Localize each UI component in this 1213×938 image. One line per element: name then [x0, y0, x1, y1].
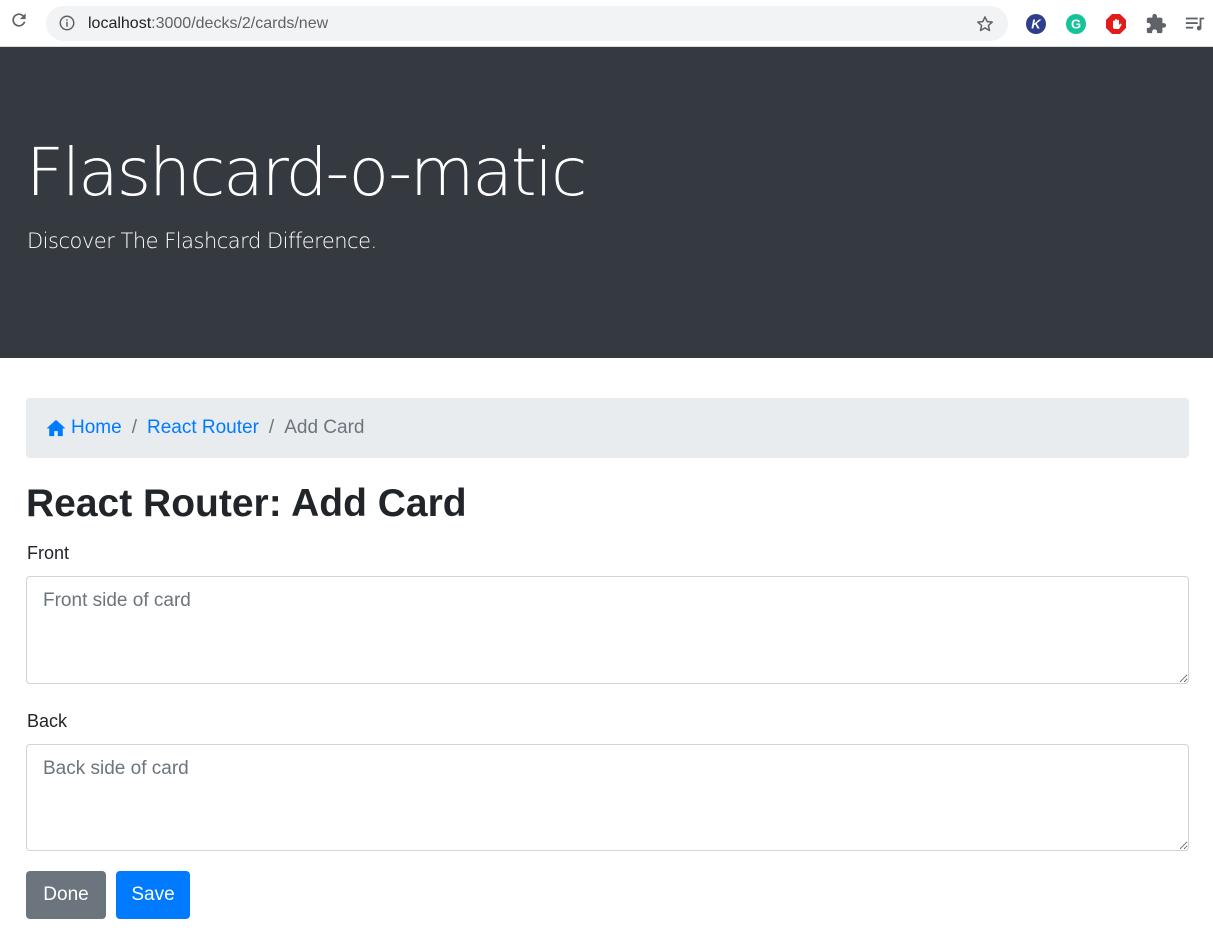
- info-icon[interactable]: [58, 14, 76, 32]
- star-icon[interactable]: [974, 13, 996, 35]
- breadcrumb-separator: /: [268, 417, 275, 438]
- back-textarea[interactable]: [26, 744, 1189, 851]
- grammarly-icon[interactable]: G: [1065, 13, 1087, 35]
- adblock-icon[interactable]: [1105, 13, 1127, 35]
- page-title: React Router: Add Card: [26, 482, 467, 525]
- breadcrumb-home-label: Home: [71, 417, 122, 438]
- app-title: Flashcard-o-matic: [26, 134, 587, 211]
- front-textarea[interactable]: [26, 576, 1189, 684]
- breadcrumb: Home / React Router / Add Card: [26, 398, 1189, 458]
- reload-button[interactable]: [6, 9, 32, 35]
- url-path: :3000/decks/2/cards/new: [151, 15, 329, 32]
- url-text[interactable]: localhost:3000/decks/2/cards/new: [88, 14, 328, 33]
- breadcrumb-separator: /: [131, 417, 137, 438]
- puzzle-icon[interactable]: [1145, 13, 1167, 35]
- save-button[interactable]: Save: [116, 871, 190, 919]
- done-button[interactable]: Done: [26, 871, 106, 919]
- breadcrumb-current: Add Card: [284, 417, 365, 438]
- address-bar[interactable]: localhost:3000/decks/2/cards/new: [46, 6, 1008, 41]
- breadcrumb-home-link[interactable]: Home: [46, 417, 122, 439]
- grammarly-letter: G: [1071, 17, 1081, 32]
- app-subtitle: Discover The Flashcard Difference.: [27, 229, 377, 253]
- breadcrumb-deck-link[interactable]: React Router: [147, 417, 259, 439]
- back-label: Back: [27, 711, 68, 731]
- front-label: Front: [27, 543, 70, 563]
- header-banner: Flashcard-o-matic Discover The Flashcard…: [0, 47, 1213, 358]
- media-queue-icon[interactable]: [1184, 13, 1206, 35]
- home-icon: [46, 418, 66, 438]
- k-extension-letter: K: [1031, 17, 1042, 32]
- url-host: localhost: [88, 15, 152, 32]
- k-extension-icon[interactable]: K: [1025, 13, 1047, 35]
- browser-toolbar: localhost:3000/decks/2/cards/new K G: [0, 0, 1213, 47]
- reload-icon: [9, 10, 29, 35]
